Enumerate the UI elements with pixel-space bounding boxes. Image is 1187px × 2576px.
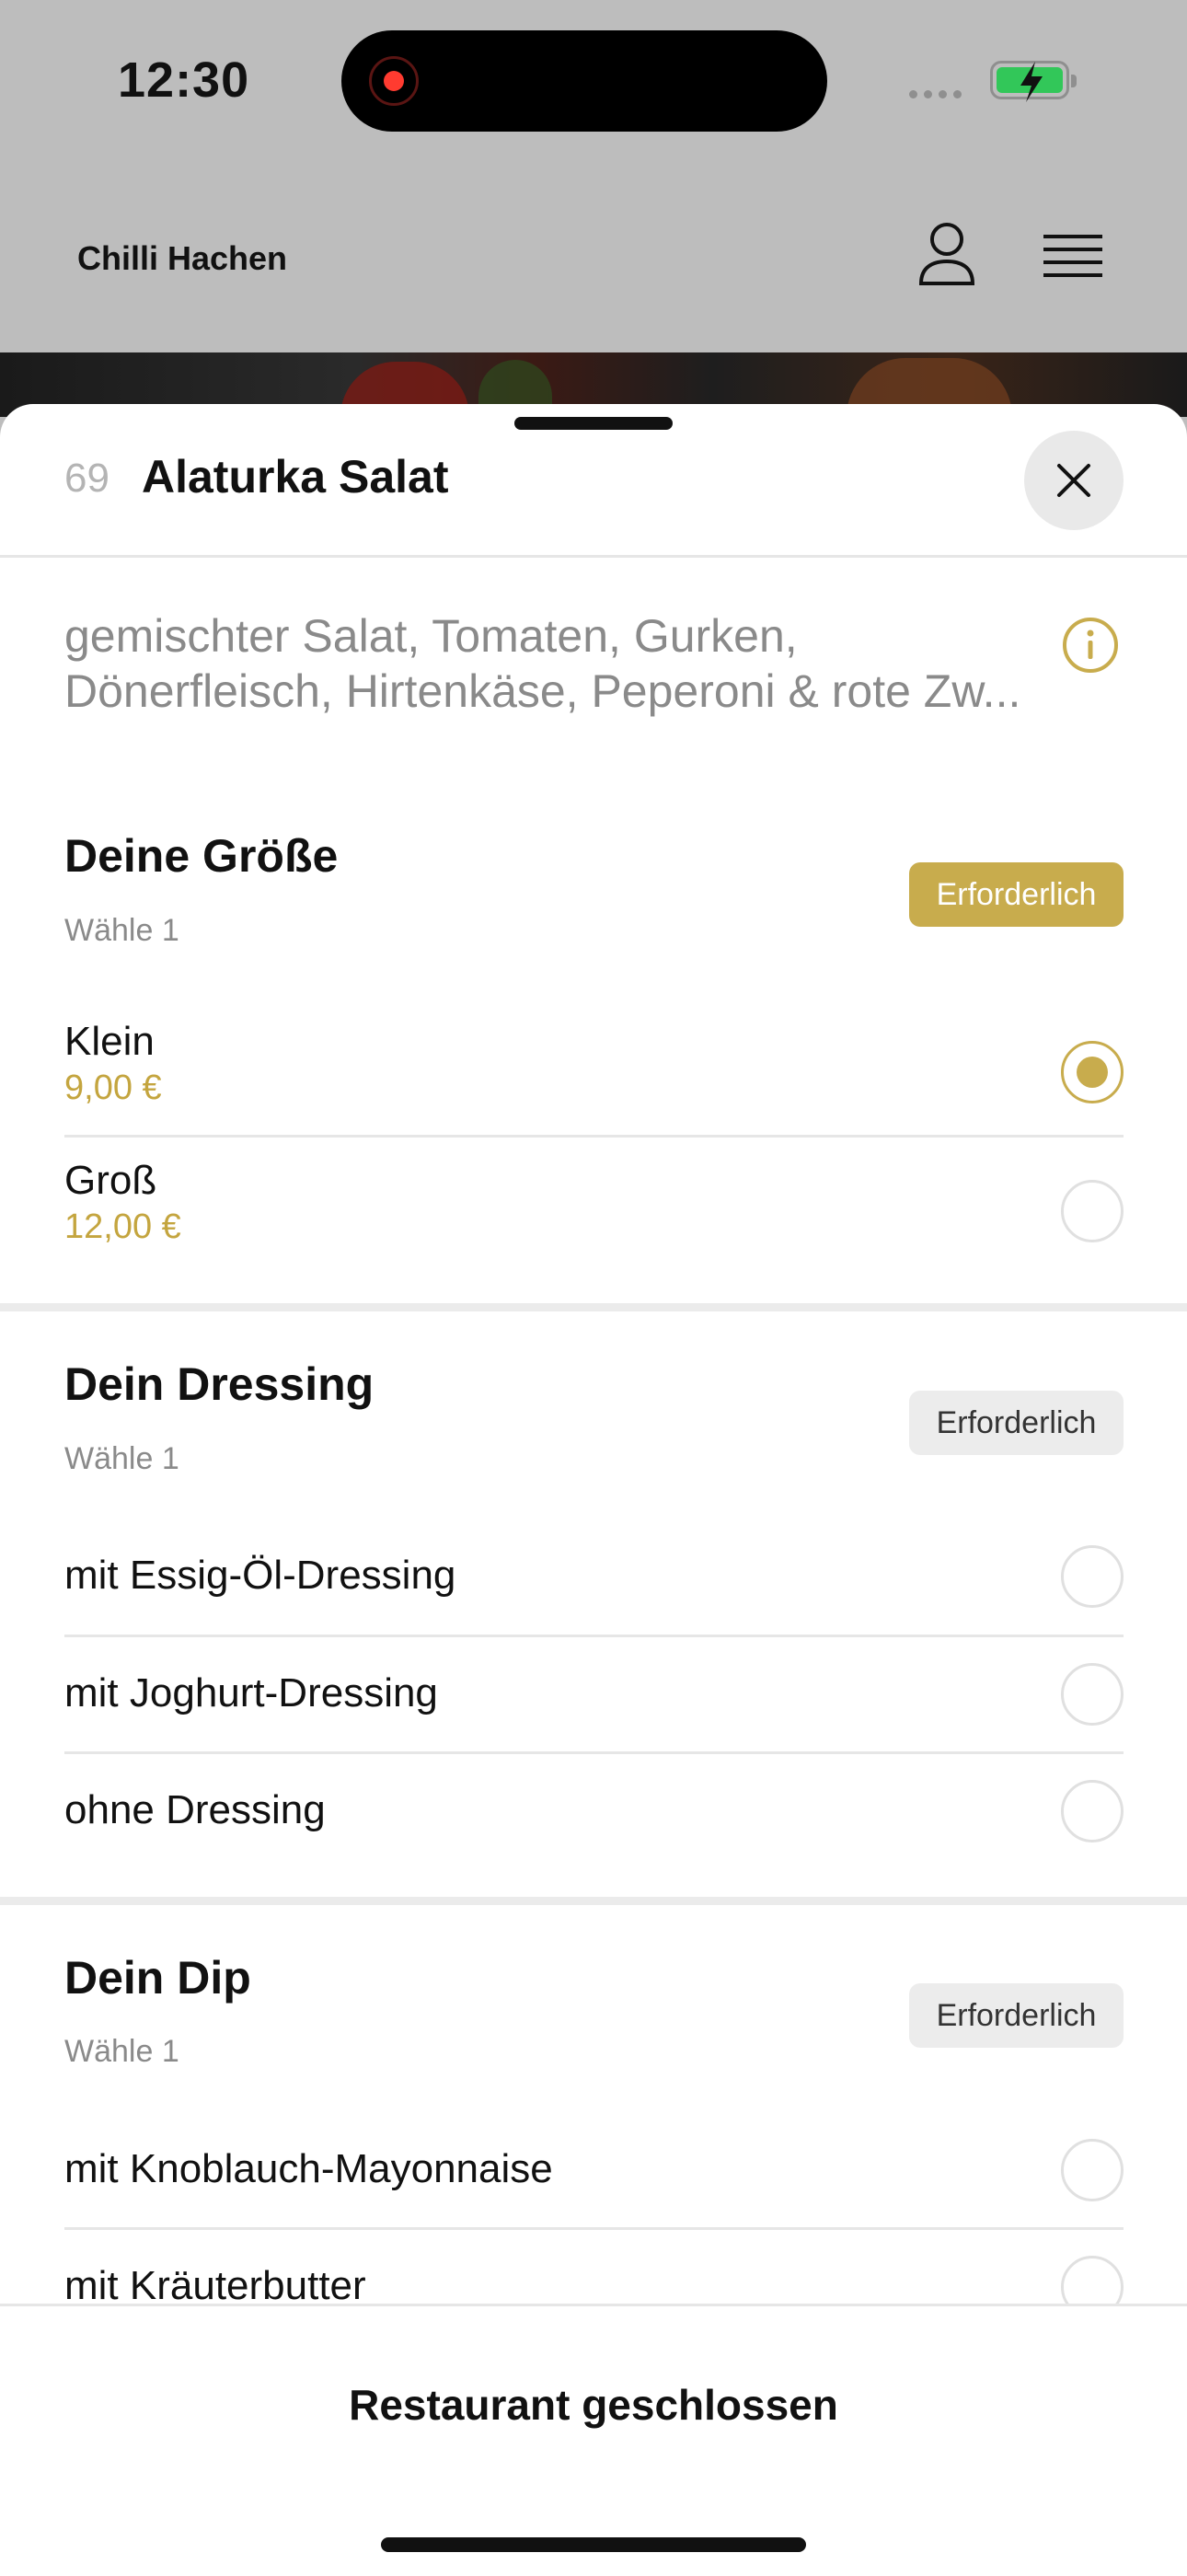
status-bar: 12:30: [0, 0, 1187, 156]
cellular-signal-icon: [909, 87, 968, 103]
size-option-gross[interactable]: Groß 12,00 €: [64, 1138, 1124, 1270]
close-button[interactable]: [1024, 431, 1124, 530]
section-divider: [0, 1897, 1187, 1905]
dressing-option-essig-oel[interactable]: mit Essig-Öl-Dressing: [64, 1518, 1124, 1637]
dressing-option-ohne[interactable]: ohne Dressing: [64, 1754, 1124, 1868]
app-header: Chilli Hachen: [0, 175, 1187, 350]
dip-option-knoblauch[interactable]: mit Knoblauch-Mayonnaise: [64, 2111, 1124, 2230]
item-number: 69: [64, 456, 109, 501]
screen-recording-icon: [369, 56, 419, 106]
item-detail-sheet: 69 Alaturka Salat gemischter Salat, Toma…: [0, 404, 1187, 2573]
required-badge-size: Erforderlich: [909, 862, 1124, 927]
section-sub-size: Wähle 1: [64, 913, 179, 948]
size-option-klein[interactable]: Klein 9,00 €: [64, 1002, 1124, 1138]
radio-unselected[interactable]: [1061, 1663, 1124, 1726]
section-divider: [0, 1303, 1187, 1311]
section-title-size: Deine Größe: [64, 830, 339, 882]
status-time: 12:30: [118, 52, 250, 108]
battery-charging-icon: [990, 61, 1077, 102]
item-description: gemischter Salat, Tomaten, Gurken, Döner…: [64, 610, 1021, 717]
info-icon[interactable]: [1061, 616, 1120, 675]
home-indicator[interactable]: [381, 2537, 806, 2552]
dressing-option-joghurt[interactable]: mit Joghurt-Dressing: [64, 1637, 1124, 1754]
section-title-dip: Dein Dip: [64, 1952, 251, 2004]
section-title-dressing: Dein Dressing: [64, 1358, 375, 1410]
radio-unselected[interactable]: [1061, 1180, 1124, 1242]
hamburger-menu-icon[interactable]: [1043, 233, 1102, 283]
account-icon[interactable]: [916, 221, 977, 287]
radio-selected[interactable]: [1061, 1041, 1124, 1103]
section-sub-dip: Wähle 1: [64, 2034, 179, 2069]
required-badge-dressing: Erforderlich: [909, 1391, 1124, 1455]
radio-unselected[interactable]: [1061, 2139, 1124, 2201]
restaurant-name[interactable]: Chilli Hachen: [77, 239, 287, 278]
restaurant-closed-label: Restaurant geschlossen: [349, 2381, 838, 2429]
section-sub-dressing: Wähle 1: [64, 1441, 179, 1476]
dynamic-island: [341, 30, 827, 132]
radio-unselected[interactable]: [1061, 1780, 1124, 1842]
item-title: Alaturka Salat: [142, 451, 449, 502]
required-badge-dip: Erforderlich: [909, 1983, 1124, 2048]
sheet-header: 69 Alaturka Salat: [0, 404, 1187, 558]
radio-unselected[interactable]: [1061, 1545, 1124, 1608]
close-icon: [1057, 464, 1090, 497]
sheet-footer: Restaurant geschlossen: [0, 2304, 1187, 2576]
